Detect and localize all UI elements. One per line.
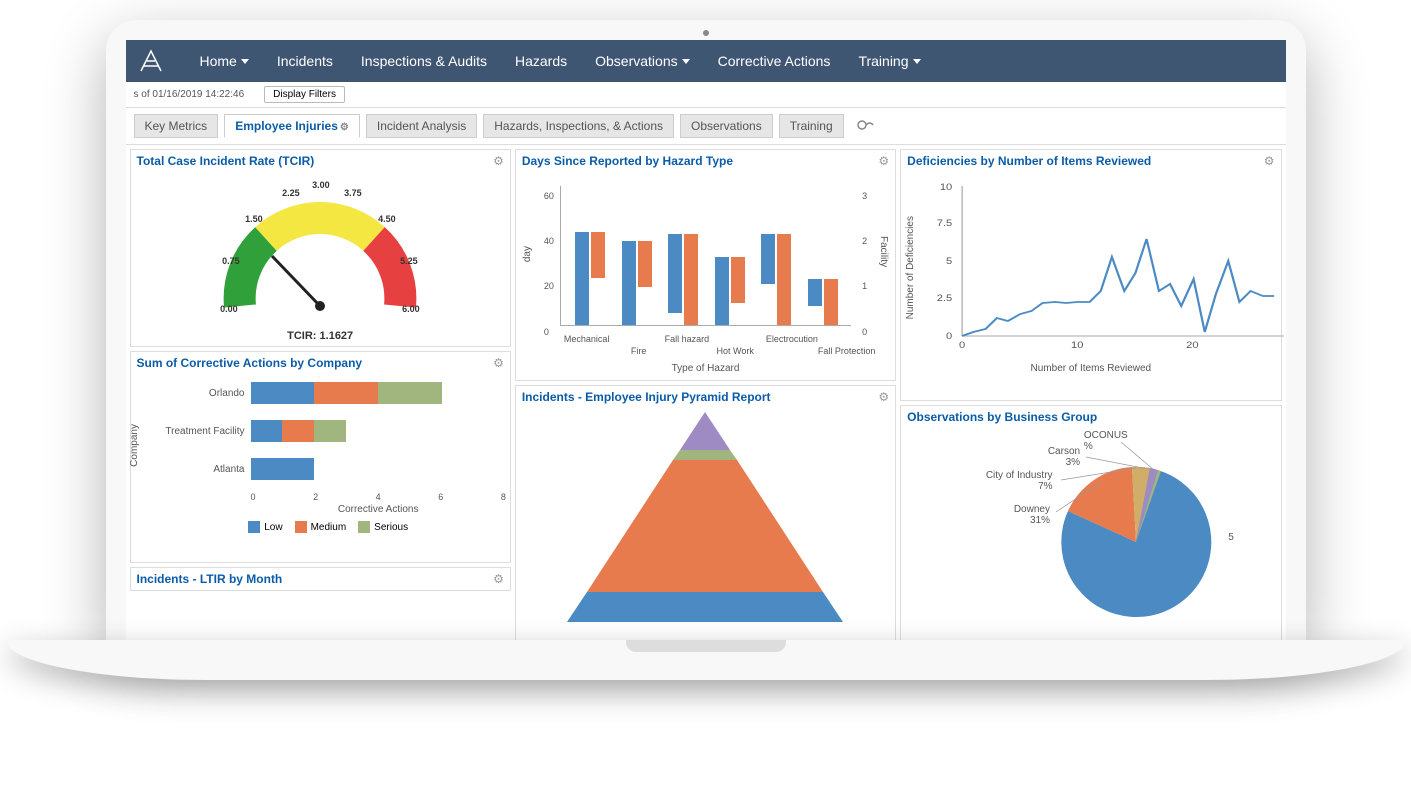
y-axis-label: Number of Deficiencies <box>905 216 916 319</box>
nav-home[interactable]: Home <box>186 53 263 69</box>
tab-employee-injuries[interactable]: Employee Injuries⚙ <box>224 114 360 138</box>
gear-icon[interactable]: ⚙ <box>493 154 504 168</box>
nav-observations[interactable]: Observations <box>581 53 703 69</box>
line-chart: Number of Deficiencies 0 2.5 5 7.5 10 0 <box>905 176 1276 396</box>
nav-incidents[interactable]: Incidents <box>263 53 347 69</box>
x-axis-label: Number of Items Reviewed <box>905 363 1276 374</box>
widget-pyramid: Incidents - Employee Injury Pyramid Repo… <box>515 385 896 640</box>
navbar: Home Incidents Inspections & Audits Haza… <box>126 40 1286 82</box>
dashboard-col-3: Deficiencies by Number of Items Reviewed… <box>900 149 1281 640</box>
subbar: s of 01/16/2019 14:22:46 Display Filters <box>126 82 1286 108</box>
widget-ltir: Incidents - LTIR by Month ⚙ <box>130 567 511 591</box>
pyramid-chart <box>565 412 845 622</box>
dashboard-col-1: Total Case Incident Rate (TCIR) ⚙ <box>130 149 511 640</box>
chevron-down-icon <box>682 59 690 64</box>
tab-training[interactable]: Training <box>779 114 844 138</box>
gauge-chart: 0.00 0.75 1.50 2.25 3.00 3.75 4.50 5.25 … <box>210 176 430 326</box>
hbar-treatment: Treatment Facility <box>151 416 506 446</box>
y2-axis-label: Facility <box>878 236 889 267</box>
chevron-down-icon <box>241 59 249 64</box>
nav-hazards[interactable]: Hazards <box>501 53 581 69</box>
grouped-bar-chart: day Facility 0 20 40 60 0 1 2 3 <box>520 176 891 376</box>
x-axis-label: Corrective Actions <box>251 504 506 515</box>
tab-incident-analysis[interactable]: Incident Analysis <box>366 114 477 138</box>
pie-chart: OCONUS% Carson3% City of Industry7% Down… <box>956 432 1226 632</box>
gear-icon[interactable]: ⚙ <box>1264 154 1275 168</box>
tabbar: Key Metrics Employee Injuries⚙ Incident … <box>126 108 1286 145</box>
widget-deficiencies: Deficiencies by Number of Items Reviewed… <box>900 149 1281 401</box>
widget-title: Incidents - Employee Injury Pyramid Repo… <box>522 390 771 404</box>
gear-icon[interactable]: ⚙ <box>878 390 889 404</box>
gear-icon[interactable]: ⚙ <box>340 122 349 133</box>
widget-title: Total Case Incident Rate (TCIR) <box>137 154 315 168</box>
view-icon[interactable] <box>856 118 874 135</box>
hbar-chart: Orlando Treatment Facility Atlanta <box>135 378 506 558</box>
widget-title: Sum of Corrective Actions by Company <box>137 356 363 370</box>
svg-text:10: 10 <box>940 183 953 193</box>
widget-title: Deficiencies by Number of Items Reviewed <box>907 154 1151 168</box>
svg-text:20: 20 <box>1186 341 1199 351</box>
nav-training[interactable]: Training <box>844 53 934 69</box>
display-filters-button[interactable]: Display Filters <box>264 86 345 103</box>
y-axis-label: day <box>522 246 533 262</box>
gear-icon[interactable]: ⚙ <box>493 572 504 586</box>
tab-observations[interactable]: Observations <box>680 114 773 138</box>
legend: Low Medium Serious <box>151 521 506 533</box>
x-axis: 0 2 4 6 8 <box>251 492 506 502</box>
chevron-down-icon <box>913 59 921 64</box>
hbar-orlando: Orlando <box>151 378 506 408</box>
hbar-atlanta: Atlanta <box>151 454 506 484</box>
svg-text:7.5: 7.5 <box>937 219 953 229</box>
gear-icon[interactable]: ⚙ <box>493 356 504 370</box>
gauge-value: TCIR: 1.1627 <box>287 330 353 342</box>
screen: Home Incidents Inspections & Audits Haza… <box>126 40 1286 640</box>
widget-observations-pie: Observations by Business Group <box>900 405 1281 640</box>
nav-inspections[interactable]: Inspections & Audits <box>347 53 501 69</box>
widget-title: Days Since Reported by Hazard Type <box>522 154 733 168</box>
svg-text:5: 5 <box>946 257 953 267</box>
gear-icon[interactable]: ⚙ <box>878 154 889 168</box>
svg-text:0: 0 <box>959 341 966 351</box>
widget-title: Observations by Business Group <box>907 410 1097 424</box>
dashboard-col-2: Days Since Reported by Hazard Type ⚙ day… <box>515 149 896 640</box>
laptop-base <box>6 640 1406 680</box>
svg-text:0: 0 <box>946 332 953 342</box>
laptop-frame: Home Incidents Inspections & Audits Haza… <box>106 20 1306 640</box>
logo-icon <box>136 46 166 76</box>
svg-text:10: 10 <box>1071 341 1084 351</box>
tab-hazards-inspections[interactable]: Hazards, Inspections, & Actions <box>483 114 674 138</box>
timestamp: s of 01/16/2019 14:22:46 <box>134 89 245 100</box>
dashboard: Total Case Incident Rate (TCIR) ⚙ <box>126 145 1286 640</box>
widget-title: Incidents - LTIR by Month <box>137 572 283 586</box>
tab-key-metrics[interactable]: Key Metrics <box>134 114 219 138</box>
nav-corrective[interactable]: Corrective Actions <box>704 53 845 69</box>
widget-tcir: Total Case Incident Rate (TCIR) ⚙ <box>130 149 511 347</box>
svg-text:2.5: 2.5 <box>937 294 953 304</box>
widget-corrective-actions: Sum of Corrective Actions by Company ⚙ C… <box>130 351 511 563</box>
widget-days-hazard: Days Since Reported by Hazard Type ⚙ day… <box>515 149 896 381</box>
x-axis-label: Type of Hazard <box>520 363 891 374</box>
